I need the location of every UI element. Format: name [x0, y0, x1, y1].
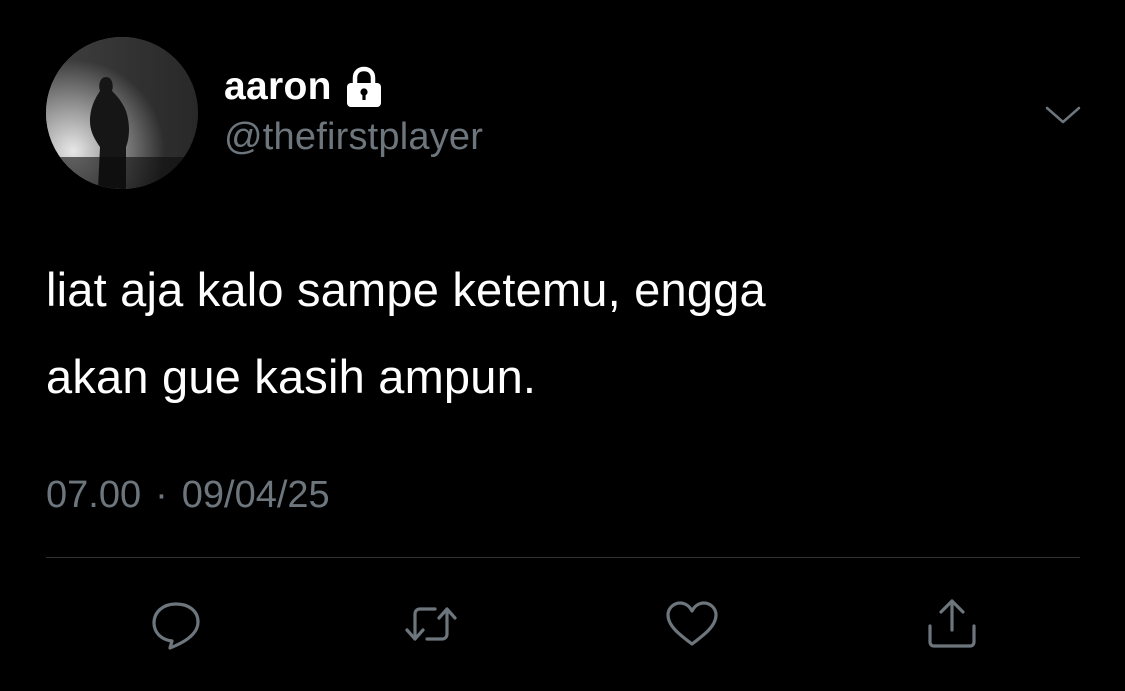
tweet-text: liat aja kalo sampe ketemu, engga akan g… [46, 263, 766, 403]
tweet-card: aaron @thefirstplayer liat aja kalo samp… [0, 0, 1125, 691]
user-handle[interactable]: @thefirstplayer [224, 116, 483, 159]
retweet-arrows-icon [405, 607, 457, 641]
tweet-date: 09/04/25 [181, 474, 330, 516]
tweet-time: 07.00 [46, 474, 142, 516]
avatar[interactable] [46, 37, 198, 189]
display-name[interactable]: aaron [224, 65, 332, 109]
share-upload-icon [928, 599, 976, 648]
timestamp-separator: · [155, 474, 168, 516]
divider [46, 557, 1080, 558]
heart-icon [666, 601, 718, 646]
display-name-row[interactable]: aaron [224, 62, 384, 112]
retweet-button[interactable] [401, 596, 461, 652]
like-button[interactable] [662, 596, 722, 652]
avatar-photo [46, 37, 198, 189]
chevron-down-icon[interactable] [1043, 100, 1083, 130]
reply-button[interactable] [146, 596, 206, 652]
tweet-timestamp[interactable]: 07.00 · 09/04/25 [46, 474, 330, 517]
share-button[interactable] [922, 596, 982, 652]
speech-bubble-icon [152, 602, 200, 650]
lock-icon [344, 65, 384, 109]
